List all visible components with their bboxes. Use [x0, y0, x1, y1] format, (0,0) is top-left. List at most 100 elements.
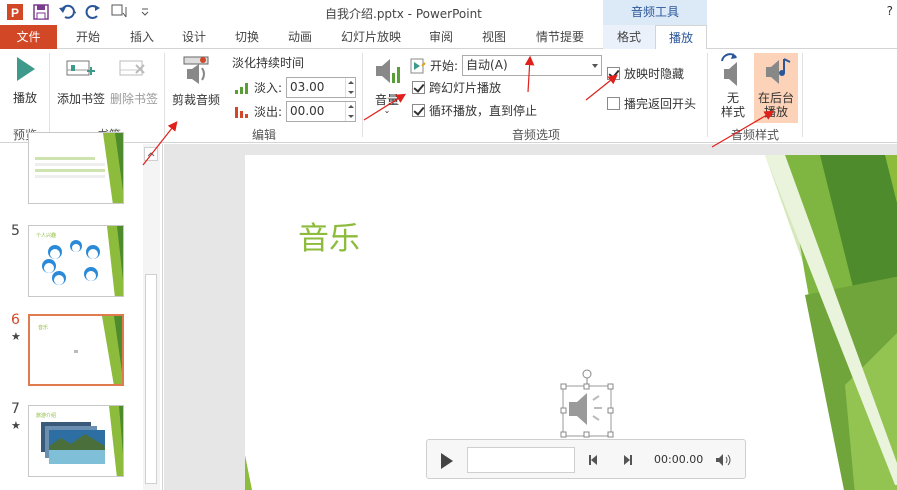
quick-access-toolbar: P — [6, 2, 154, 22]
group-label-editing: 编辑 — [251, 128, 276, 142]
player-time: 00:00.00 — [654, 453, 704, 466]
play-in-background-icon — [766, 58, 791, 84]
tab-home[interactable]: 开始 — [62, 25, 114, 49]
tab-review[interactable]: 审阅 — [415, 25, 467, 49]
no-style-button[interactable]: 无 样式 — [714, 53, 752, 119]
tab-transitions[interactable]: 切换 — [221, 25, 273, 49]
player-volume-icon[interactable] — [715, 453, 733, 467]
touch-mode-icon[interactable] — [110, 3, 128, 21]
ribbon: 播放 预览 添加书签 删除书签 书签 剪裁音频 淡化持续时间 淡入: 03.00… — [0, 49, 897, 143]
play-in-background-button[interactable]: 在后台 播放 — [754, 53, 798, 123]
fade-out-spinner[interactable]: 00.00 — [286, 101, 357, 122]
loop-row: 循环播放，直到停止 — [412, 102, 537, 119]
spinner-arrows-icon[interactable] — [345, 102, 355, 121]
thumbnails-scrollbar[interactable] — [143, 144, 160, 490]
audio-object[interactable] — [555, 360, 615, 440]
slide-thumbnails-pane: 5 个人兴趣 6 ★ 音乐 7 ★ 旅游介绍 — [0, 132, 163, 490]
no-style-label-1: 无 — [726, 91, 739, 105]
start-dropdown[interactable]: 自动(A) — [462, 55, 603, 76]
rewind-row: 播完返回开头 — [607, 95, 696, 112]
slide-thumbnail-title: 旅游介绍 — [36, 413, 57, 419]
slide-thumbnail[interactable]: 个人兴趣 — [28, 225, 124, 297]
ribbon-tabs: 文件 开始 插入 设计 切换 动画 幻灯片放映 审阅 视图 情节提要 格式 播放 — [0, 25, 897, 50]
cross-slides-checkbox[interactable] — [412, 81, 425, 94]
tab-insert[interactable]: 插入 — [116, 25, 168, 49]
rewind-label[interactable]: 播完返回开头 — [624, 95, 696, 112]
animation-star-icon: ★ — [11, 419, 21, 432]
chevron-down-icon: ⌄ — [383, 106, 391, 115]
loop-label[interactable]: 循环播放，直到停止 — [429, 102, 537, 119]
tab-file[interactable]: 文件 — [0, 25, 57, 49]
tab-view[interactable]: 视图 — [468, 25, 520, 49]
hide-during-show-label[interactable]: 放映时隐藏 — [624, 65, 684, 82]
slide-number: 6 — [11, 312, 20, 328]
scrollbar-thumb[interactable] — [145, 274, 157, 484]
slide-title[interactable]: 音乐 — [298, 213, 360, 258]
start-row: 开始: 自动(A) — [410, 55, 603, 76]
no-style-icon — [721, 53, 737, 86]
context-tab-title: 音频工具 — [603, 0, 707, 25]
tab-slideshow[interactable]: 幻灯片放映 — [330, 25, 412, 49]
tab-storyboarding[interactable]: 情节提要 — [523, 25, 597, 49]
redo-icon[interactable] — [84, 3, 102, 21]
play-label: 播放 — [12, 91, 37, 105]
cross-slides-row: 跨幻灯片播放 — [412, 79, 501, 96]
scroll-up-button[interactable] — [144, 147, 158, 161]
slide-thumbnail-title: 个人兴趣 — [36, 233, 57, 239]
slide-thumbnail[interactable]: 旅游介绍 — [28, 405, 124, 477]
play-button[interactable]: 播放 — [6, 55, 44, 106]
customize-icon[interactable] — [136, 3, 154, 21]
save-icon[interactable] — [32, 3, 50, 21]
fade-out-label: 淡出: — [254, 105, 283, 119]
trim-audio-button[interactable]: 剪裁音频 — [168, 55, 224, 108]
slide-thumbnail-selected[interactable]: 音乐 — [28, 314, 124, 386]
tab-playback[interactable]: 播放 — [655, 25, 707, 50]
start-label: 开始: — [430, 59, 459, 73]
player-play-icon[interactable] — [441, 453, 453, 469]
fade-in-icon — [235, 82, 248, 94]
hide-during-show-row: 放映时隐藏 — [607, 65, 684, 82]
player-progress-track[interactable] — [467, 447, 575, 473]
volume-icon — [376, 59, 400, 83]
skip-back-icon[interactable] — [587, 453, 601, 467]
cross-slides-label[interactable]: 跨幻灯片播放 — [429, 79, 501, 96]
tab-format[interactable]: 格式 — [603, 25, 655, 49]
tab-animations[interactable]: 动画 — [274, 25, 326, 49]
rewind-checkbox[interactable] — [607, 97, 620, 110]
slide-number: 5 — [11, 223, 20, 239]
group-separator — [802, 53, 803, 137]
group-label-audio-styles: 音频样式 — [730, 128, 779, 142]
slide-thumbnail[interactable] — [28, 132, 124, 204]
chevron-up-icon — [147, 152, 155, 157]
play-in-background-label-2: 播放 — [763, 105, 788, 119]
fade-in-label: 淡入: — [254, 81, 283, 95]
group-separator — [707, 53, 708, 137]
remove-bookmark-button[interactable]: 删除书签 — [108, 57, 160, 107]
remove-bookmark-icon — [119, 60, 145, 76]
hide-during-show-checkbox[interactable] — [607, 67, 620, 80]
spinner-arrows-icon[interactable] — [345, 78, 355, 97]
fade-in-spinner[interactable]: 03.00 — [286, 77, 357, 98]
speaker-icon — [569, 393, 587, 425]
window-title: 自我介绍.pptx - PowerPoint — [325, 7, 482, 21]
slide-thumbnail-title: 音乐 — [38, 325, 49, 331]
skip-forward-icon[interactable] — [620, 453, 634, 467]
volume-button[interactable]: 音量 ⌄ — [368, 55, 406, 115]
slide-number: 7 — [11, 401, 20, 417]
loop-checkbox[interactable] — [412, 104, 425, 117]
add-bookmark-label: 添加书签 — [56, 92, 105, 106]
dropdown-arrow-icon[interactable] — [592, 64, 599, 68]
powerpoint-logo-icon[interactable]: P — [6, 3, 24, 21]
current-slide[interactable]: 音乐 00:00.00 — [245, 155, 897, 490]
slide-thumbnail-graphic — [35, 133, 123, 203]
fade-in-row: 淡入: 03.00 — [234, 77, 357, 98]
tab-design[interactable]: 设计 — [168, 25, 220, 49]
help-button[interactable]: ? — [887, 4, 893, 18]
trim-audio-icon — [183, 56, 209, 84]
add-bookmark-button[interactable]: 添加书签 — [55, 57, 107, 107]
play-in-background-label-1: 在后台 — [757, 91, 794, 105]
start-icon — [410, 58, 426, 73]
audio-player-bar: 00:00.00 — [426, 439, 746, 479]
add-bookmark-icon — [66, 60, 95, 76]
undo-icon[interactable] — [58, 3, 76, 21]
